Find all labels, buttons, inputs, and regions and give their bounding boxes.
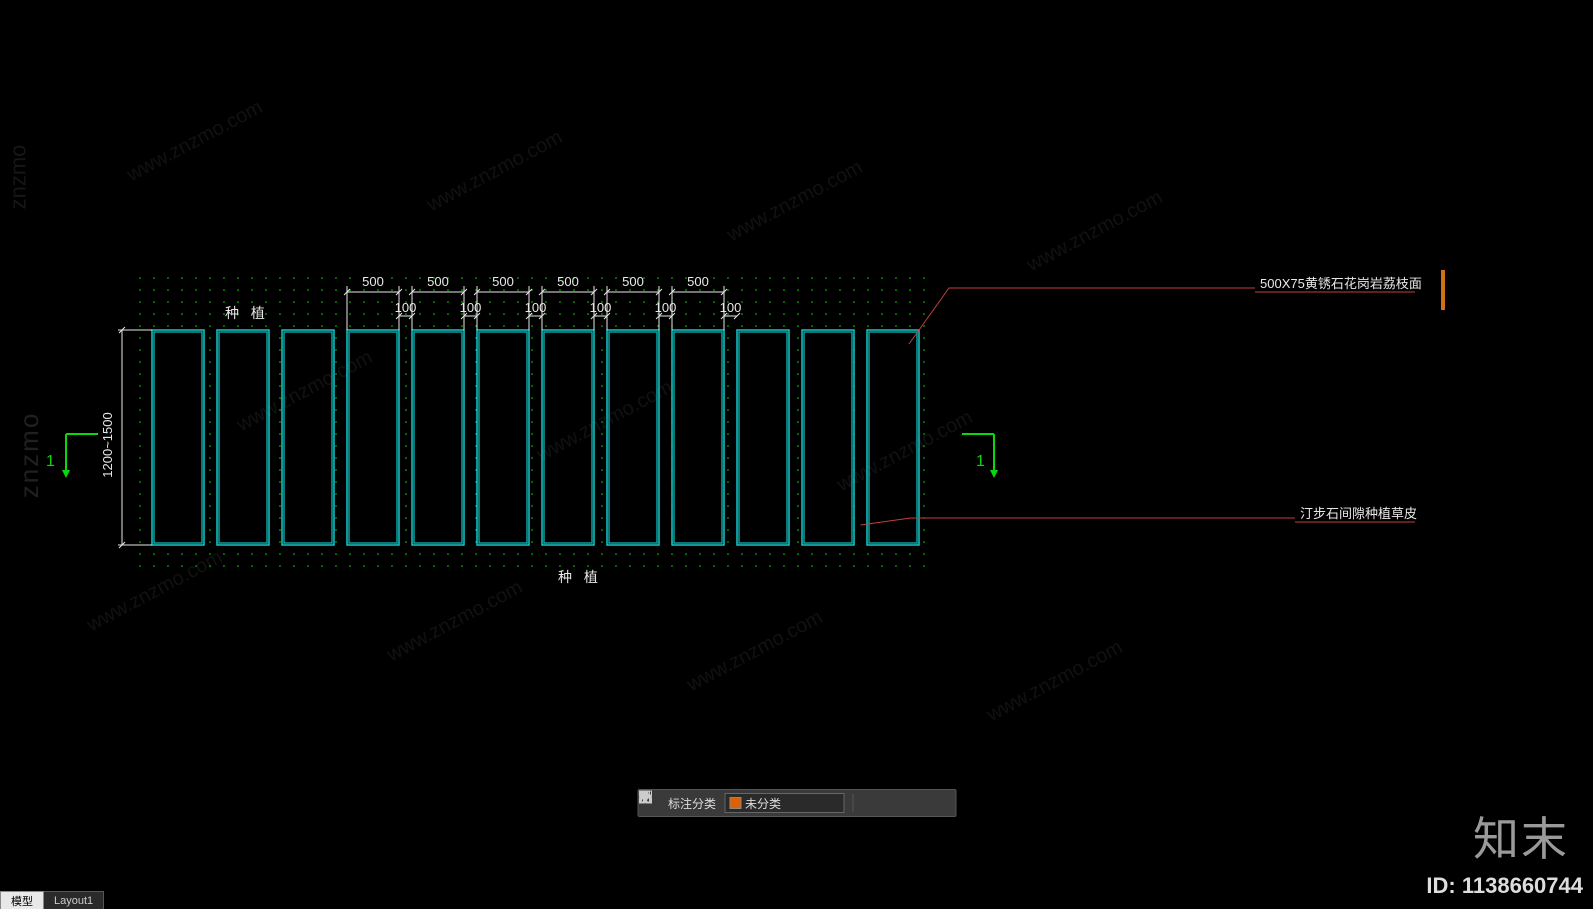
edit-icon[interactable]	[861, 795, 877, 811]
svg-text:100: 100	[525, 300, 547, 315]
annotation-2: 汀步石间隙种植草皮	[1300, 506, 1417, 521]
tab-label: Layout1	[54, 895, 93, 907]
brand-watermark: 知末	[1473, 803, 1569, 869]
toolbar-label: 标注分类	[668, 795, 716, 812]
svg-text:500: 500	[427, 274, 449, 289]
tab-model[interactable]: 模型	[0, 891, 44, 909]
dim-left-text: 1200~1500	[100, 412, 115, 477]
svg-text:500: 500	[362, 274, 384, 289]
tab-layout1[interactable]: Layout1	[44, 891, 104, 909]
section-mark-right: 1	[976, 453, 985, 470]
svg-text:100: 100	[720, 300, 742, 315]
svg-text:500: 500	[622, 274, 644, 289]
copy-icon[interactable]	[909, 795, 925, 811]
category-dropdown[interactable]: 未分类	[724, 793, 844, 813]
paste-icon[interactable]	[933, 795, 949, 811]
drawing-svg: 种 植 种 植 500 500 500 500 500 500 100 100 100 100 1…	[0, 0, 1593, 909]
cad-viewport[interactable]: www.znzmo.com www.znzmo.com www.znzmo.co…	[0, 0, 1593, 909]
text-planting-top: 种 植	[225, 305, 269, 321]
svg-text:500: 500	[492, 274, 514, 289]
move-icon[interactable]	[885, 795, 901, 811]
separator	[852, 794, 853, 812]
asset-id: ID: 1138660744	[1426, 873, 1583, 899]
section-mark-left: 1	[46, 453, 55, 470]
annotation-1: 500X75黄锈石花岗岩荔枝面	[1260, 276, 1422, 291]
text-planting-bottom: 种 植	[558, 569, 602, 585]
svg-text:100: 100	[395, 300, 417, 315]
layout-tabs: 模型 Layout1	[0, 891, 104, 909]
annotation-toolbar: 标注分类 未分类	[637, 789, 956, 817]
scroll-indicator	[1441, 270, 1445, 310]
svg-text:100: 100	[460, 300, 482, 315]
svg-text:100: 100	[655, 300, 677, 315]
color-swatch	[729, 797, 741, 809]
dropdown-value: 未分类	[745, 795, 781, 812]
tab-label: 模型	[11, 893, 33, 909]
svg-text:100: 100	[590, 300, 612, 315]
svg-text:500: 500	[557, 274, 579, 289]
svg-text:500: 500	[687, 274, 709, 289]
